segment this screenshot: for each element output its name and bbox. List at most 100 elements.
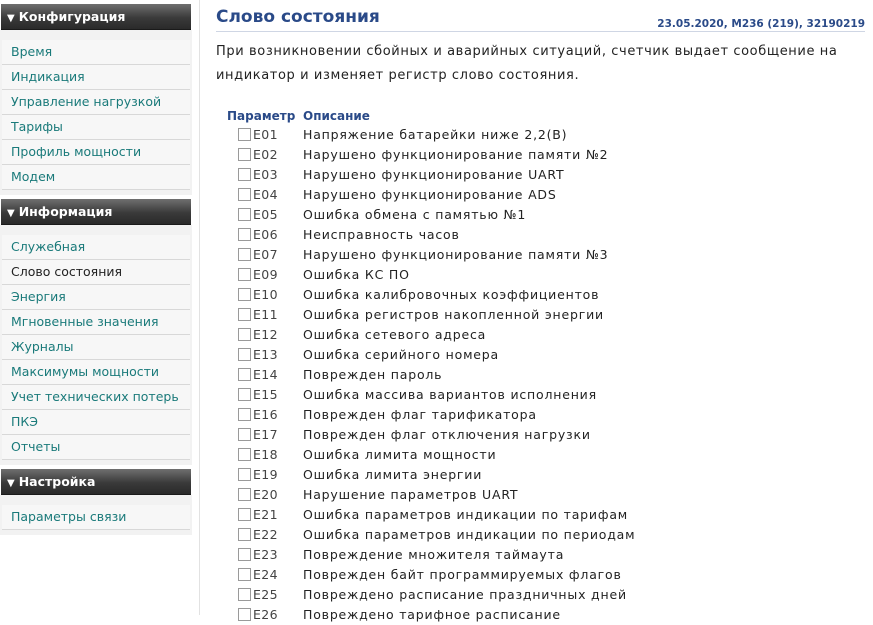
checkbox-icon[interactable] [238,568,251,581]
sidebar-item[interactable]: Отчеты [2,435,190,460]
table-row: E05 Ошибка обмена с памятью №1 [238,205,858,225]
param-description: Нарушение параметров UART [303,487,519,502]
param-description: Ошибка сетевого адреса [303,327,487,342]
checkbox-icon[interactable] [238,528,251,541]
param-code: E04 [253,187,279,202]
triangle-down-icon: ▼ [7,208,15,219]
sidebar-item[interactable]: Мгновенные значения [2,310,190,335]
param-code: E07 [253,247,279,262]
param-description: Ошибка обмена с памятью №1 [303,207,527,222]
table-row: E18 Ошибка лимита мощности [238,445,858,465]
table-row: E13 Ошибка серийного номера [238,345,858,365]
table-row: E14 Поврежден пароль [238,365,858,385]
triangle-down-icon: ▼ [7,13,15,24]
param-description: Поврежден флаг отключения нагрузки [303,427,591,442]
sidebar-item[interactable]: Параметры связи [2,505,190,530]
table-row: E01 Напряжение батарейки ниже 2,2(В) [238,125,858,145]
param-code: E06 [253,227,279,242]
sidebar-section-title: Информация [18,204,113,219]
title-divider [216,31,865,32]
checkbox-icon[interactable] [238,448,251,461]
sidebar-item[interactable]: Время [2,40,190,65]
page-title: Слово состояния [216,7,380,27]
param-code: E24 [253,567,279,582]
param-description: Ошибка массива вариантов исполнения [303,387,597,402]
table-row: E03 Нарушено функционирование UART [238,165,858,185]
checkbox-icon[interactable] [238,508,251,521]
checkbox-icon[interactable] [238,128,251,141]
table-row: E24 Поврежден байт программируемых флагов [238,565,858,585]
param-code: E23 [253,547,279,562]
table-row: E06 Неисправность часов [238,225,858,245]
checkbox-icon[interactable] [238,208,251,221]
sidebar-item[interactable]: Энергия [2,285,190,310]
sidebar-item[interactable]: Слово состояния [2,260,190,285]
param-description: Нарушено функционирование ADS [303,187,557,202]
checkbox-icon[interactable] [238,408,251,421]
main-content: Слово состояния 23.05.2020, M236 (219), … [199,0,873,622]
checkbox-icon[interactable] [238,388,251,401]
param-code: E05 [253,207,279,222]
sidebar-section-header[interactable]: ▼ Информация [1,199,191,225]
param-description: Ошибка лимита мощности [303,447,497,462]
sidebar-section-title: Конфигурация [18,9,126,24]
checkbox-icon[interactable] [238,188,251,201]
checkbox-icon[interactable] [238,488,251,501]
sidebar-item[interactable]: Тарифы [2,115,190,140]
sidebar-item[interactable]: Служебная [2,235,190,260]
param-code: E19 [253,467,279,482]
sidebar-item[interactable]: Модем [2,165,190,190]
sidebar-item[interactable]: Профиль мощности [2,140,190,165]
checkbox-icon[interactable] [238,348,251,361]
param-code: E10 [253,287,279,302]
table-row: E21 Ошибка параметров индикации по тарифа… [238,505,858,525]
sidebar-item[interactable]: Максимумы мощности [2,360,190,385]
table-row: E07 Нарушено функционирование памяти №3 [238,245,858,265]
checkbox-icon[interactable] [238,148,251,161]
param-description: Нарушено функционирование памяти №3 [303,247,609,262]
param-description: Нарушено функционирование UART [303,167,565,182]
table-row: E04 Нарушено функционирование ADS [238,185,858,205]
sidebar-section-header[interactable]: ▼ Конфигурация [1,4,191,30]
checkbox-icon[interactable] [238,328,251,341]
table-row: E15 Ошибка массива вариантов исполнения [238,385,858,405]
sidebar-item[interactable]: Индикация [2,65,190,90]
checkbox-icon[interactable] [238,168,251,181]
sidebar-item[interactable]: Управление нагрузкой [2,90,190,115]
intro-text: При возникновении сбойных и аварийных си… [216,44,838,83]
param-description: Поврежден флаг тарификатора [303,407,537,422]
sidebar-item[interactable]: Учет технических потерь [2,385,190,410]
table-row: E23 Повреждение множителя таймаута [238,545,858,565]
table-row: E10 Ошибка калибровочных коэффициентов [238,285,858,305]
param-code: E20 [253,487,279,502]
param-description: Поврежден байт программируемых флагов [303,567,622,582]
param-code: E21 [253,507,279,522]
param-column-header: Параметр [227,109,296,123]
checkbox-icon[interactable] [238,548,251,561]
device-info: 23.05.2020, M236 (219), 32190219 [657,18,865,30]
table-row: E22 Ошибка параметров индикации по период… [238,525,858,545]
param-code: E18 [253,447,279,462]
sidebar-section-items: Время Индикация Управление нагрузкой Тарифы… [0,30,192,195]
param-description: Напряжение батарейки ниже 2,2(В) [303,127,568,142]
checkbox-icon[interactable] [238,468,251,481]
checkbox-icon[interactable] [238,428,251,441]
sidebar-section-header[interactable]: ▼ Настройка [1,469,191,495]
param-description: Повреждение множителя таймаута [303,547,565,562]
status-table: E01 Напряжение батарейки ниже 2,2(В) E02 На… [238,125,858,625]
checkbox-icon[interactable] [238,308,251,321]
checkbox-icon[interactable] [238,288,251,301]
param-description: Ошибка параметров индикации по периодам [303,527,636,542]
sidebar-item[interactable]: Журналы [2,335,190,360]
checkbox-icon[interactable] [238,368,251,381]
checkbox-icon[interactable] [238,588,251,601]
param-code: E17 [253,427,279,442]
checkbox-icon[interactable] [238,228,251,241]
checkbox-icon[interactable] [238,268,251,281]
param-code: E11 [253,307,279,322]
param-code: E15 [253,387,279,402]
table-row: E17 Поврежден флаг отключения нагрузки [238,425,858,445]
checkbox-icon[interactable] [238,248,251,261]
sidebar-item[interactable]: ПКЭ [2,410,190,435]
sidebar-section-title: Настройка [18,474,96,489]
